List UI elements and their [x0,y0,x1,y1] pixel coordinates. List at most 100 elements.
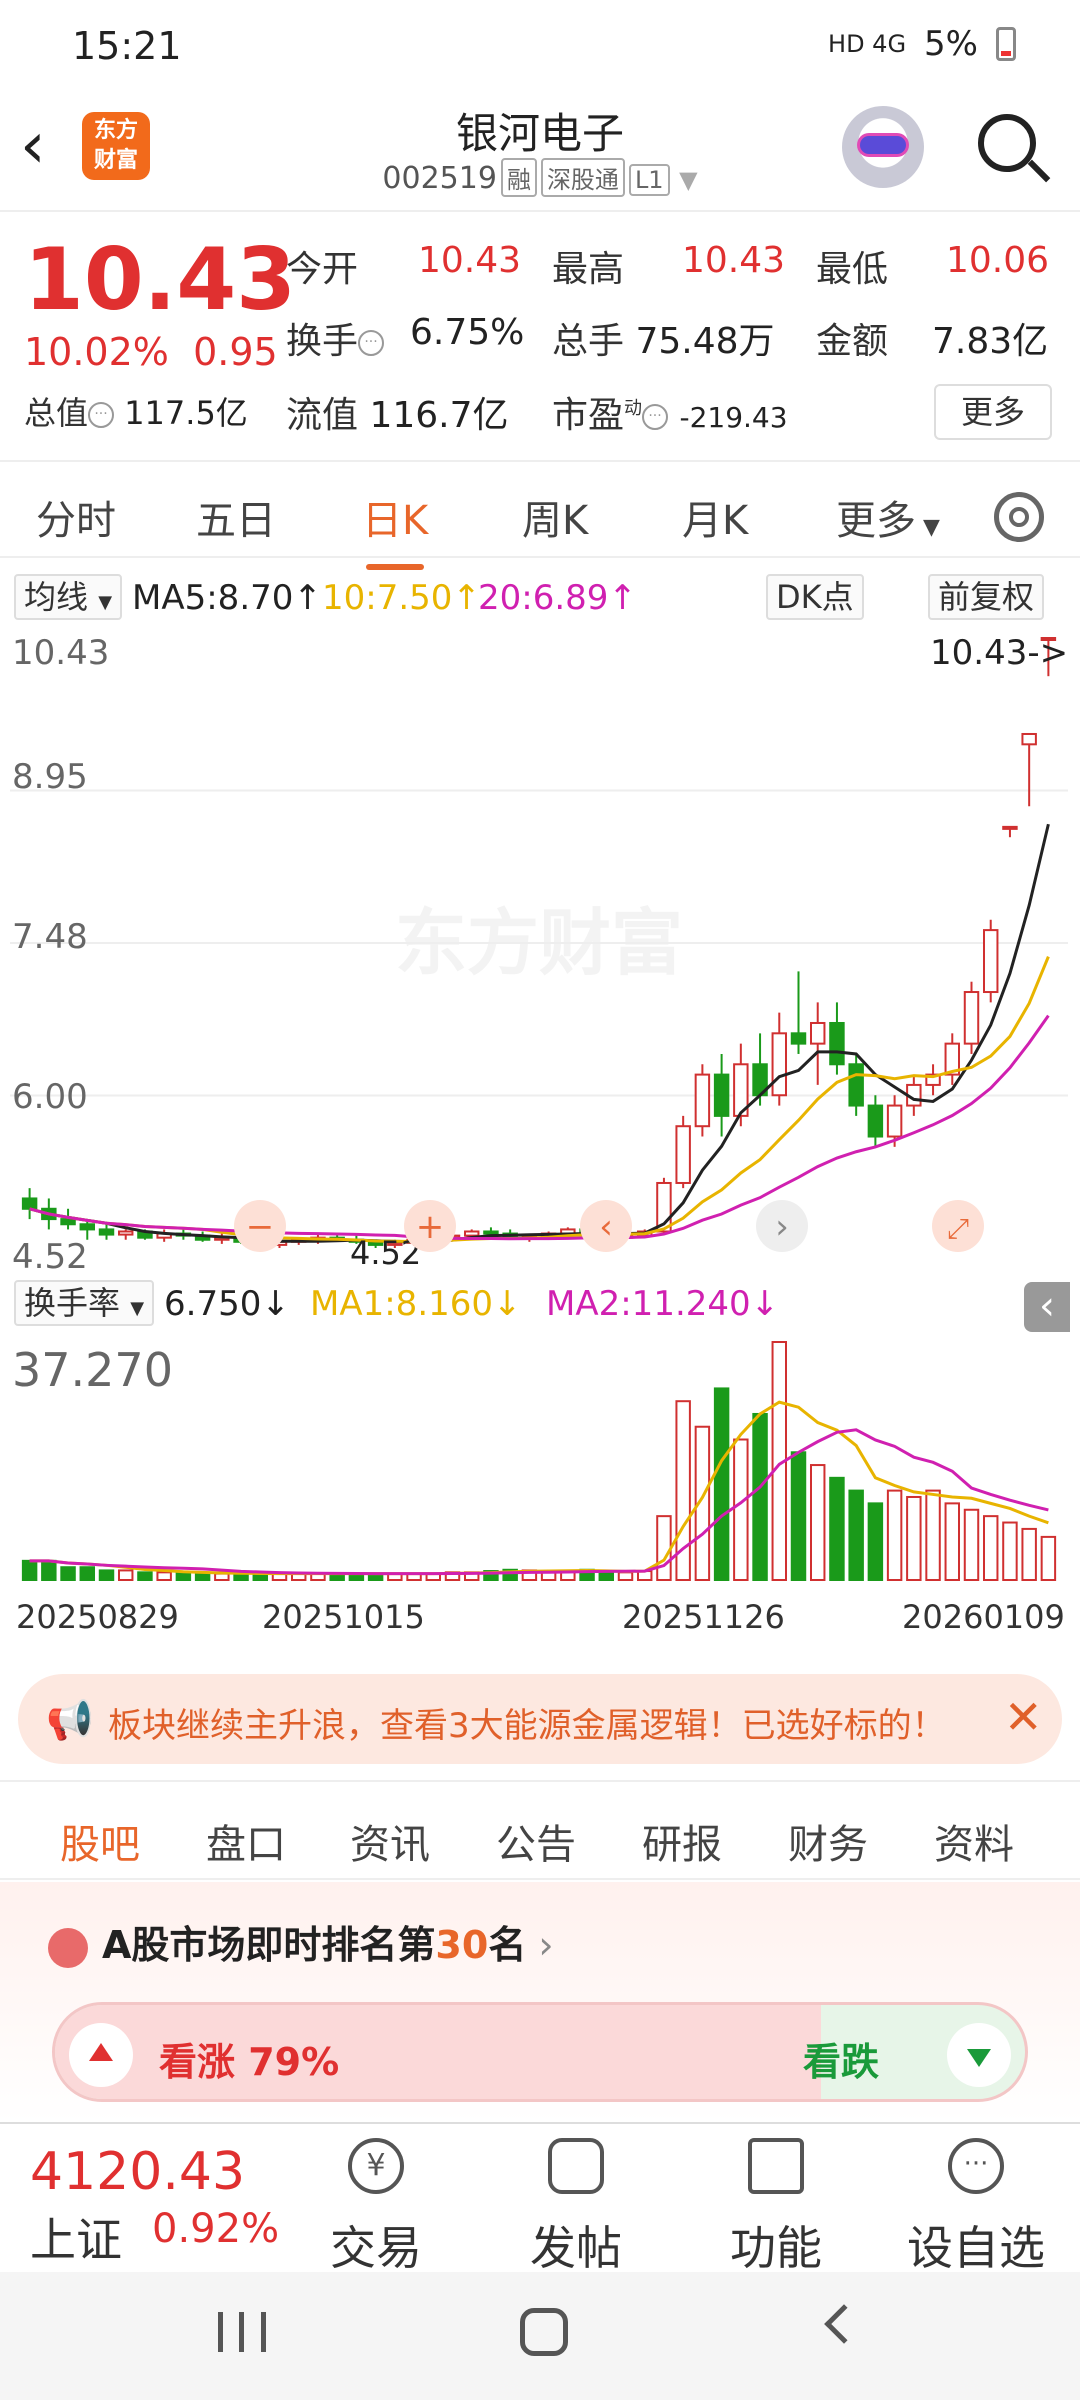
volume-indicator-selector[interactable]: 换手率 ▼ [14,1280,155,1326]
turnover-bar [713,1387,730,1582]
turnover-stat[interactable]: 换手 ··· [286,312,385,364]
tab-daily-k[interactable]: 日K [362,488,428,570]
tab-five-day[interactable]: 五日 [196,488,276,546]
last-price-tag: 10.43-> [930,633,1068,673]
y-label-min: 4.52 [12,1237,88,1276]
post-button[interactable]: 发帖 [506,2138,646,2278]
ranking-link[interactable]: A股市场即时排名第30名 › [48,1914,554,1969]
kline-ma-lines [29,823,1050,1244]
turnover-bar [963,1508,980,1581]
date-axis: 20250829 20251015 20251126 20260109 [0,1588,1080,1648]
chart-icon [48,1927,88,1968]
vote-up-area[interactable]: 看涨 79% [55,2005,822,2099]
tab-announcements[interactable]: 公告 [496,1812,576,1870]
collapse-panel-button[interactable]: ‹ [1024,1282,1070,1332]
tab-monthly-k[interactable]: 月K [682,488,748,546]
pe-stat[interactable]: 市盈动 ··· -219.43 [552,386,788,438]
arrow-up-icon[interactable] [69,2023,133,2087]
tag-connect: 深股通 [540,158,625,197]
quote-panel: 10.43 10.02% 0.95 今开 10.43 最高 10.43 最低 1… [0,212,1080,462]
status-icons: HD 4G 5% [828,24,1016,64]
candle-body [790,1032,807,1045]
home-icon[interactable] [520,2308,568,2356]
tab-profile[interactable]: 资料 [934,1812,1014,1870]
last-price: 10.43 [24,230,297,330]
tab-forum[interactable]: 股吧 [60,1812,140,1892]
y-label-2: 8.95 [12,757,88,797]
ma10-text: 10:7.50 [322,578,453,618]
tab-research[interactable]: 研报 [642,1812,722,1870]
kline-chart[interactable]: 东方财富 10.43 8.95 7.48 6.00 4.52 10.43-> 4… [10,628,1068,1276]
search-icon[interactable] [978,114,1036,172]
functions-label: 功能 [730,2221,822,2275]
turnover-bar [214,1572,230,1581]
turnover-bar [733,1438,749,1581]
trade-button[interactable]: ¥ 交易 [306,2138,446,2278]
ma20-value: 20:6.89↑ [478,578,637,618]
functions-button[interactable]: 功能 [706,2138,846,2278]
index-name: 上证 [30,2213,122,2267]
tab-more[interactable]: 更多 ▼ [836,488,940,546]
vol-ma2-value: MA2:11.240↓ [546,1284,780,1324]
turnover-chart[interactable]: 37.270 [10,1334,1068,1588]
dk-point-button[interactable]: DK点 [766,574,864,620]
tab-more-label: 更多 [836,498,916,544]
candle-body [886,1104,903,1138]
ma10-value: 10:7.50↑ [322,578,481,618]
info-dots-icon: ··· [88,402,115,428]
change-percent: 10.02% [24,330,169,374]
recent-apps-icon[interactable] [218,2312,266,2352]
candle-body [1002,825,1018,830]
arrow-down-icon[interactable] [947,2023,1011,2087]
candle-body [483,1230,499,1235]
edit-icon [548,2138,604,2194]
tab-news[interactable]: 资讯 [350,1812,430,1870]
open-label: 今开 [286,249,359,290]
vote-down-label[interactable]: 看跌 [803,2031,879,2086]
index-value[interactable]: 4120.43 [30,2142,245,2202]
ma5-line [29,823,1050,1244]
caret-down-icon: ▼ [916,515,940,540]
tab-order-book[interactable]: 盘口 [206,1812,286,1870]
indicator-selector[interactable]: 均线 ▼ [14,574,123,620]
promo-banner[interactable]: 📢 板块继续主升浪，查看3大能源金属逻辑！已选好标的！ ✕ [18,1674,1062,1764]
back-nav-icon[interactable] [824,2304,864,2344]
close-icon[interactable]: ✕ [1004,1690,1043,1744]
bottom-toolbar: 4120.43 上证 0.92% ¥ 交易 发帖 功能 ··· 设自选 [0,2122,1080,2275]
gear-icon[interactable] [994,492,1044,542]
y-label-4: 6.00 [12,1077,88,1117]
volume-value: 75.48万 [635,321,775,362]
adjust-button[interactable]: 前复权 [928,574,1045,620]
chart-period-tabs: 分时 五日 日K 周K 月K 更多 ▼ [0,462,1080,570]
turnover-bar [117,1569,134,1581]
high-label: 最高 [552,249,625,290]
open-value: 10.43 [418,240,521,281]
tab-financials[interactable]: 财务 [788,1812,868,1870]
battery-percent: 5% [924,24,978,64]
volume-legend: 换手率 ▼ 6.750↓ MA1:8.160↓ MA2:11.240↓ ‹ [0,1276,1080,1334]
turnover-bar [925,1489,941,1582]
turnover-bar [982,1515,999,1581]
ranking-panel: A股市场即时排名第30名 › 看涨 79% 看跌 [0,1882,1080,2122]
assistant-robot-icon[interactable] [842,106,924,188]
megaphone-icon: 📢 [46,1698,94,1742]
more-stats-button[interactable]: 更多 [934,384,1052,440]
add-watchlist-button[interactable]: ··· 设自选 [906,2138,1046,2278]
chevron-down-icon[interactable]: ▼ [679,166,697,194]
candle-body [963,991,980,1045]
volume-selector-label: 换手率 [24,1284,121,1322]
turnover-bar [79,1566,96,1581]
mktcap-stat[interactable]: 总值 ··· 117.5亿 [24,388,248,434]
indicator-selector-label: 均线 [24,578,89,616]
turnover-bar [1040,1535,1057,1582]
plus-icon: + [416,1207,445,1247]
vol-ma1-value: MA1:8.160↓ [310,1284,522,1324]
tab-intraday[interactable]: 分时 [36,488,116,546]
turnover-bar [137,1571,153,1582]
tab-weekly-k[interactable]: 周K [522,488,588,546]
more-icon: ··· [948,2138,1004,2194]
open-number: 10.43 [418,240,522,281]
turnover-label: 换手 [286,321,359,362]
stock-header: ‹ 东方 财富 银河电子 002519 融深股通 L1 ▼ [0,92,1080,212]
turnover-bar [944,1502,961,1581]
